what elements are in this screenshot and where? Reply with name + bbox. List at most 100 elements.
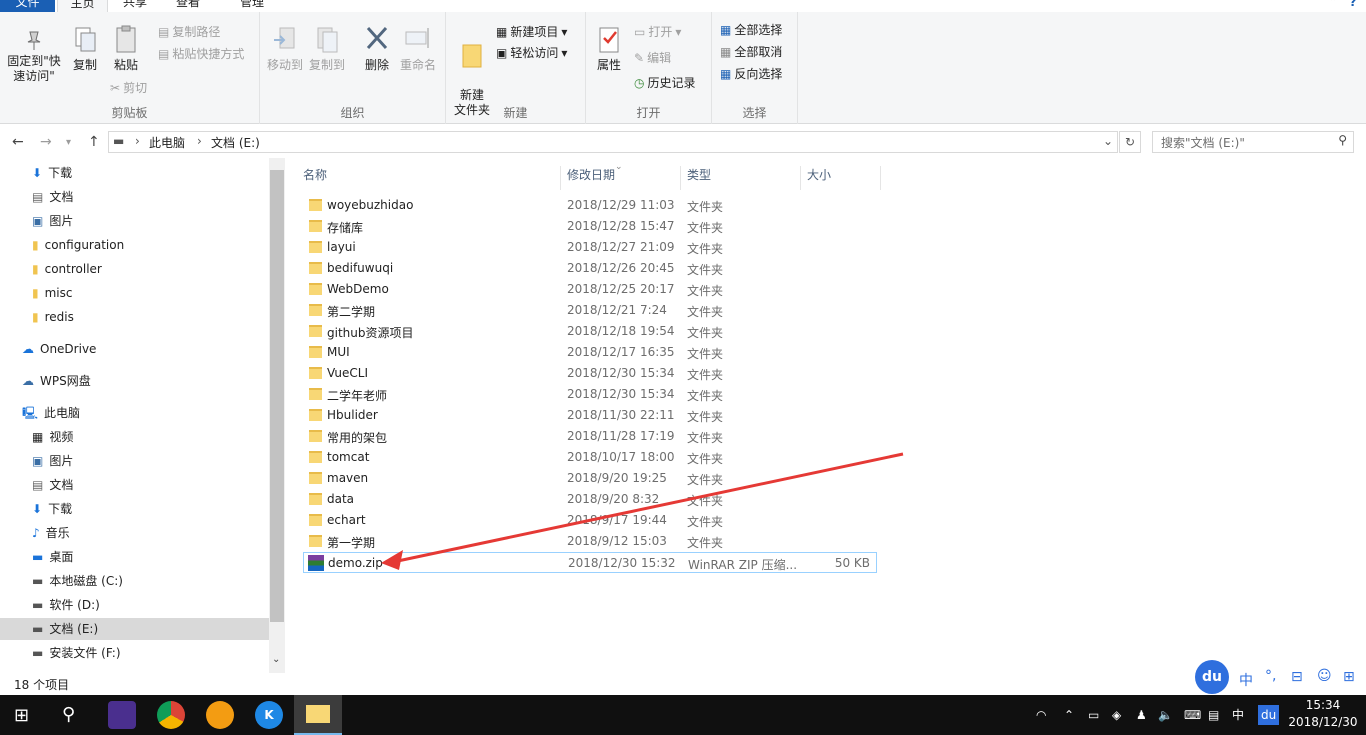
sidebar-item-pc-documents[interactable]: ▤ 文档 [32, 474, 73, 496]
sidebar-item-drive-f[interactable]: ▬ 安装文件 (F:) [32, 642, 121, 664]
sidebar-item-downloads[interactable]: ⬇下载📌 [32, 162, 296, 184]
sidebar-item-onedrive[interactable]: ☁ OneDrive [22, 338, 96, 360]
cut-button[interactable]: ✂ 剪切 [110, 80, 147, 96]
open-icon: ▭ [634, 25, 646, 39]
sidebar-item-drive-d[interactable]: ▬ 软件 (D:) [32, 594, 100, 616]
up-icon[interactable]: ↑ [88, 134, 100, 150]
sidebar-item-documents[interactable]: ▤文档📌 [32, 186, 296, 208]
copy-to-button[interactable]: 复制到 [308, 24, 346, 73]
copy-label: 复制 [72, 58, 97, 72]
tab-manage[interactable]: 管理 [232, 0, 272, 12]
volume-icon[interactable]: 🔈 [1158, 695, 1173, 735]
baidu-ime-tray-icon[interactable]: du [1258, 705, 1280, 725]
sidebar-scrollbar[interactable]: ⌄ [269, 158, 285, 673]
ime-punctuation-toggle[interactable]: °, [1265, 668, 1276, 684]
intellij-icon[interactable] [108, 701, 136, 729]
input-language[interactable]: 中 [1232, 695, 1244, 735]
easy-access-button[interactable]: ▣ 轻松访问 ▾ [496, 45, 567, 61]
new-group: 新建 文件夹 ▦ 新建项目 ▾ ▣ 轻松访问 ▾ 新建 [446, 12, 586, 124]
sidebar-item-pc-downloads[interactable]: ⬇ 下载 [32, 498, 72, 520]
file-explorer-taskbar-button[interactable] [294, 695, 342, 735]
delete-button[interactable]: 删除 [360, 24, 394, 73]
help-icon[interactable]: ? [1346, 0, 1360, 12]
chevron-up-icon[interactable]: ⌃ [1326, 0, 1340, 12]
wifi-app-icon[interactable] [206, 701, 234, 729]
copy-path-button[interactable]: ▤ 复制路径 [158, 24, 220, 40]
copy-button[interactable]: 复制 [68, 24, 102, 73]
search-icon[interactable]: ⚲ [62, 704, 75, 725]
select-none-button[interactable]: ▦ 全部取消 [720, 44, 782, 60]
grid-menu-icon[interactable]: ⊞ [1343, 669, 1355, 685]
folder-icon: ▮ [32, 286, 39, 300]
breadcrumb-this-pc[interactable]: 此电脑 [149, 134, 185, 151]
shield-icon[interactable]: ◈ [1112, 695, 1121, 735]
properties-button[interactable]: 属性 [592, 24, 626, 73]
system-clock[interactable]: 15:34 2018/12/30 [1285, 697, 1361, 731]
sidebar-item-label: WPS网盘 [40, 374, 91, 388]
tab-share[interactable]: 共享 [115, 0, 155, 12]
back-icon[interactable]: ← [12, 134, 24, 150]
chrome-icon[interactable] [157, 701, 185, 729]
recent-locations-icon[interactable]: ▾ [66, 137, 71, 148]
new-item-button[interactable]: ▦ 新建项目 ▾ [496, 24, 567, 40]
sidebar-item-redis[interactable]: ▮ redis [32, 306, 74, 328]
video-icon: ▦ [32, 430, 44, 444]
refresh-icon[interactable]: ↻ [1119, 131, 1141, 153]
breadcrumb-drive[interactable]: 文档 (E:) [211, 134, 260, 151]
new-item-label: 新建项目 [510, 25, 559, 39]
sidebar-item-misc[interactable]: ▮ misc [32, 282, 72, 304]
status-bar: 18 个项目 [0, 673, 1366, 695]
forward-icon[interactable]: → [40, 134, 52, 150]
sidebar-item-configuration[interactable]: ▮ configuration [32, 234, 124, 256]
baidu-ime-icon[interactable]: du [1195, 660, 1229, 694]
ime-language-toggle[interactable]: 中 [1239, 670, 1253, 690]
invert-selection-button[interactable]: ▦ 反向选择 [720, 66, 782, 82]
keyboard-icon[interactable]: ⌨ [1184, 695, 1201, 735]
history-button[interactable]: ◷ 历史记录 [634, 75, 696, 91]
folder-icon [306, 705, 330, 723]
rename-label: 重命名 [399, 58, 436, 72]
chevron-down-icon[interactable]: ⌄ [1103, 134, 1113, 148]
edit-button[interactable]: ✎ 编辑 [634, 50, 671, 66]
download-icon: ⬇ [32, 502, 43, 516]
sidebar-item-pictures[interactable]: ▣图片📌 [32, 210, 296, 232]
search-input[interactable]: 搜索"文档 (E:)" ⚲ [1152, 131, 1354, 153]
taskbar: ⊞ ⚲ K ◠ ⌃ ▭ ◈ ♟ 🔈 ⌨ ▤ 中 du 15:34 2018/12… [0, 695, 1366, 735]
sidebar-item-drive-e[interactable]: ▬ 文档 (E:) [32, 618, 98, 640]
tab-view[interactable]: 查看 [168, 0, 208, 12]
windows-start-icon[interactable]: ⊞ [14, 705, 29, 726]
sidebar-item-videos[interactable]: ▦ 视频 [32, 426, 73, 448]
k-app-icon[interactable]: K [255, 701, 283, 729]
sidebar-item-this-pc[interactable]: 🖳 此电脑 [22, 402, 80, 424]
network-icon[interactable]: ▭ [1088, 695, 1099, 735]
sidebar-item-controller[interactable]: ▮ controller [32, 258, 102, 280]
user-icon[interactable]: ☺ [1317, 668, 1332, 684]
sidebar-item-label: 桌面 [49, 550, 74, 564]
scroll-down-icon[interactable]: ⌄ [272, 654, 280, 665]
rename-button[interactable]: 重命名 [398, 24, 438, 73]
toolbox-icon[interactable]: ⊟ [1291, 669, 1303, 685]
paste-button[interactable]: 粘贴 [108, 24, 144, 73]
drive-icon: ▬ [32, 598, 44, 612]
tab-home[interactable]: 主页 [57, 0, 108, 12]
sidebar-item-drive-c[interactable]: ▬ 本地磁盘 (C:) [32, 570, 123, 592]
scrollbar-thumb[interactable] [270, 170, 284, 622]
sidebar-item-pc-pictures[interactable]: ▣ 图片 [32, 450, 73, 472]
sidebar-item-label: 本地磁盘 (C:) [49, 574, 123, 588]
paste-shortcut-button[interactable]: ▤ 粘贴快捷方式 [158, 46, 244, 62]
wifi-icon[interactable]: ◠ [1036, 695, 1046, 735]
sidebar-item-desktop[interactable]: ▬ 桌面 [32, 546, 73, 568]
pin-to-quick-access-button[interactable]: 固定到"快速访问" [6, 28, 62, 84]
sidebar-item-music[interactable]: ♪ 音乐 [32, 522, 70, 544]
sidebar-item-wps[interactable]: ☁ WPS网盘 [22, 370, 91, 392]
chevron-up-icon[interactable]: ⌃ [1064, 695, 1074, 735]
copy-path-icon: ▤ [158, 25, 170, 39]
address-bar[interactable]: ▬ › 此电脑 › 文档 (E:) ⌄ [108, 131, 1118, 153]
sidebar-item-label: misc [44, 286, 73, 300]
move-to-button[interactable]: 移动到 [266, 24, 304, 73]
tab-file[interactable]: 文件 [0, 0, 55, 12]
select-all-button[interactable]: ▦ 全部选择 [720, 22, 782, 38]
qq-icon[interactable]: ♟ [1136, 695, 1147, 735]
notifications-icon[interactable]: ▤ [1208, 695, 1219, 735]
open-button[interactable]: ▭ 打开 ▾ [634, 24, 681, 40]
